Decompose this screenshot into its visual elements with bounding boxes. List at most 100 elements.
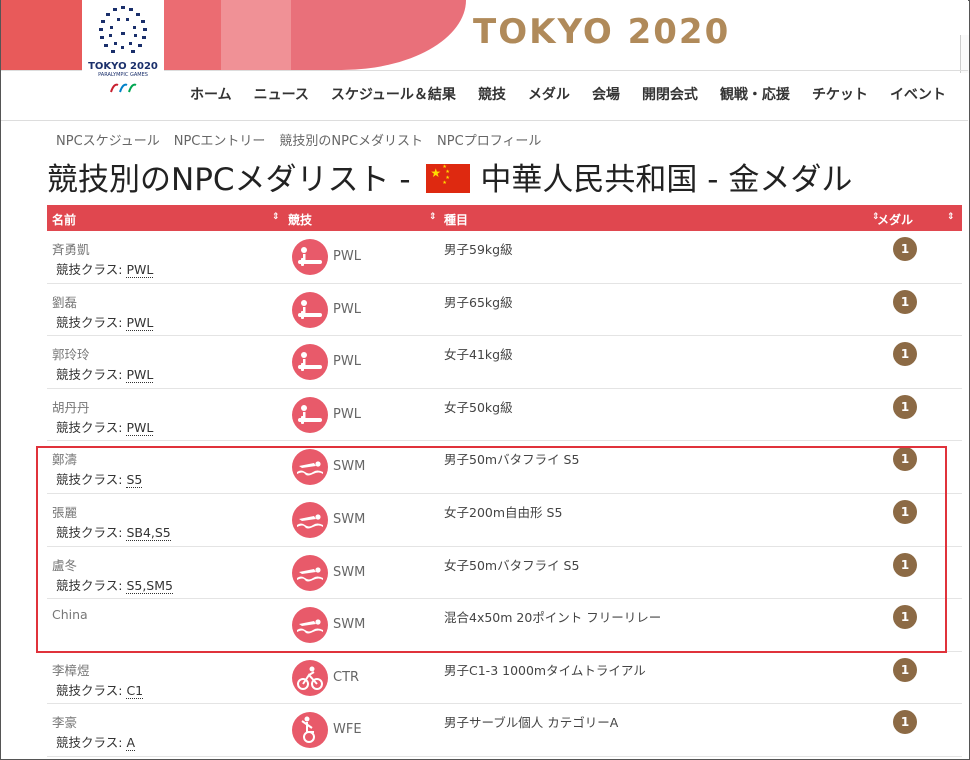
sort-icon[interactable]: ⇕ (429, 212, 437, 222)
tokyo-2020-logo[interactable]: TOKYO 2020 PARALYMPIC GAMES (82, 0, 164, 108)
powerlifting-icon[interactable] (292, 344, 328, 381)
class-label: 競技クラス: (56, 367, 127, 383)
nav-item-news[interactable]: ニュース (254, 84, 309, 104)
table-row: 郭玲玲 競技クラス: PWL PWL 女子41kg級 1 (47, 336, 962, 389)
event-name: 女子41kg級 (444, 347, 513, 363)
event-name: 男子サーブル個人 カテゴリーA (444, 715, 619, 731)
event-name: 男子50mバタフライ S5 (444, 452, 580, 468)
class-value[interactable]: C1 (126, 682, 144, 699)
china-flag-icon: ★ ★ ★ ★ ★ (426, 164, 471, 193)
nav-item-spectating[interactable]: 観戦・応援 (720, 84, 790, 104)
column-header-name[interactable]: 名前 ⇕ (52, 211, 282, 228)
column-header-medal[interactable]: メダル ⇕ (877, 211, 957, 228)
event-name: 女子200m自由形 S5 (444, 504, 563, 520)
powerlifting-icon[interactable] (292, 396, 328, 433)
sport-code: CTR (333, 669, 360, 685)
table-row: 盧冬 競技クラス: S5,SM5 SWM 女子50mバタフライ S5 1 (47, 546, 962, 600)
class-info: 競技クラス: A (56, 732, 135, 752)
table-row: 劉磊 競技クラス: PWL PWL 男子65kg級 1 (47, 284, 962, 337)
sport-code: PWL (333, 406, 361, 422)
cycling-track-icon[interactable] (292, 659, 328, 696)
medalist-table: 名前 ⇕ 競技 ⇕ 種目 ⇕ メダル ⇕ 斉勇凱 競技クラス: PWL PWL … (47, 205, 962, 757)
class-info: 競技クラス: C1 (56, 680, 144, 699)
page-title-suffix: - 金メダル (697, 162, 853, 198)
nav-item-ceremonies[interactable]: 開閉会式 (642, 84, 698, 104)
class-value[interactable]: PWL (126, 367, 154, 384)
nav-item-home[interactable]: ホーム (190, 84, 232, 104)
sort-icon[interactable]: ⇕ (272, 212, 280, 222)
page-title-country: 中華人民共和国 (480, 162, 698, 198)
class-value[interactable]: A (126, 735, 135, 752)
banner-band (291, 0, 466, 70)
class-value[interactable]: SB4,S5 (126, 524, 171, 541)
nav-item-tickets[interactable]: チケット (812, 84, 868, 104)
brand-title[interactable]: TOKYO 2020 (473, 12, 730, 52)
athlete-name[interactable]: 李豪 (52, 712, 77, 731)
event-name: 男子59kg級 (444, 242, 513, 257)
column-header-event[interactable]: 種目 ⇕ (444, 211, 894, 228)
athlete-name[interactable]: 張麗 (52, 502, 77, 521)
subnav-npc-entries[interactable]: NPCエントリー (174, 134, 266, 149)
class-info: 競技クラス: PWL (56, 364, 154, 384)
class-info: 競技クラス: S5,SM5 (56, 575, 173, 594)
gold-medal-icon: 1 (893, 605, 917, 630)
class-value[interactable]: S5,SM5 (126, 577, 173, 594)
athlete-name[interactable]: China (52, 607, 88, 622)
class-label: 競技クラス: (56, 524, 127, 540)
gold-medal-icon: 1 (893, 552, 917, 577)
athlete-name[interactable]: 劉磊 (52, 292, 77, 311)
wheelchair-fencing-icon[interactable] (292, 712, 328, 749)
sport-code: SWM (333, 617, 366, 633)
swimming-icon[interactable] (292, 554, 328, 591)
event-name: 女子50kg級 (444, 399, 513, 415)
athlete-name[interactable]: 胡丹丹 (52, 397, 90, 416)
nav-item-schedule[interactable]: スケジュール＆結果 (331, 84, 456, 104)
agitos-icon (110, 83, 137, 93)
nav-item-events[interactable]: イベント (890, 84, 946, 104)
athlete-name[interactable]: 鄭濤 (52, 449, 77, 468)
sport-code: PWL (333, 301, 361, 317)
table-row: 張麗 競技クラス: SB4,S5 SWM 女子200m自由形 S5 1 (47, 494, 962, 547)
class-info: 競技クラス: S5 (56, 469, 143, 489)
class-value[interactable]: S5 (126, 472, 143, 489)
swimming-icon[interactable] (292, 501, 328, 538)
sport-code: SWM (333, 511, 366, 527)
sort-icon[interactable]: ⇕ (947, 212, 955, 222)
nav-item-sports[interactable]: 競技 (478, 84, 506, 104)
table-row: 李樟煜 競技クラス: C1 CTR 男子C1-3 1000mタイムトライアル 1 (47, 651, 962, 705)
sport-code: WFE (333, 722, 362, 738)
class-label: 競技クラス: (56, 472, 127, 488)
gold-medal-icon: 1 (893, 289, 917, 314)
class-value[interactable]: PWL (126, 262, 154, 278)
table-row: 胡丹丹 競技クラス: PWL PWL 女子50kg級 1 (47, 389, 962, 442)
athlete-name[interactable]: 郭玲玲 (52, 344, 90, 363)
athlete-name[interactable]: 斉勇凱 (52, 239, 90, 258)
subnav-npc-profile[interactable]: NPCプロフィール (437, 134, 541, 149)
subnav-npc-medalists[interactable]: 競技別のNPCメダリスト (279, 134, 423, 149)
class-value[interactable]: PWL (126, 314, 154, 331)
column-header-label: 種目 (444, 213, 469, 227)
gold-medal-icon: 1 (893, 342, 917, 367)
swimming-icon[interactable] (292, 449, 328, 486)
main-nav: ホーム ニュース スケジュール＆結果 競技 メダル 会場 開閉会式 観戦・応援 チケット イベント (190, 84, 968, 106)
column-header-sport[interactable]: 競技 ⇕ (288, 211, 438, 228)
logo-subtext: PARALYMPIC GAMES (98, 72, 148, 78)
nav-item-venues[interactable]: 会場 (592, 84, 620, 104)
table-row: 斉勇凱 競技クラス: PWL PWL 男子59kg級 1 (47, 231, 962, 284)
table-row: 李豪 競技クラス: A WFE 男子サーブル個人 カテゴリーA 1 (47, 704, 962, 757)
emblem-icon (99, 6, 147, 53)
event-name: 混合4x50m 20ポイント フリーリレー (444, 610, 662, 626)
scrollbar[interactable] (960, 35, 969, 73)
athlete-name[interactable]: 盧冬 (52, 555, 77, 574)
nav-item-medals[interactable]: メダル (528, 84, 570, 104)
class-label: 競技クラス: (56, 577, 127, 593)
event-name: 女子50mバタフライ S5 (444, 557, 580, 573)
powerlifting-icon[interactable] (292, 239, 328, 275)
sport-code: SWM (333, 459, 366, 475)
subnav-npc-schedule[interactable]: NPCスケジュール (56, 134, 160, 149)
swimming-icon[interactable] (292, 607, 328, 644)
powerlifting-icon[interactable] (292, 291, 328, 328)
class-value[interactable]: PWL (126, 419, 154, 436)
gold-medal-icon: 1 (893, 710, 917, 735)
athlete-name[interactable]: 李樟煜 (52, 660, 90, 679)
